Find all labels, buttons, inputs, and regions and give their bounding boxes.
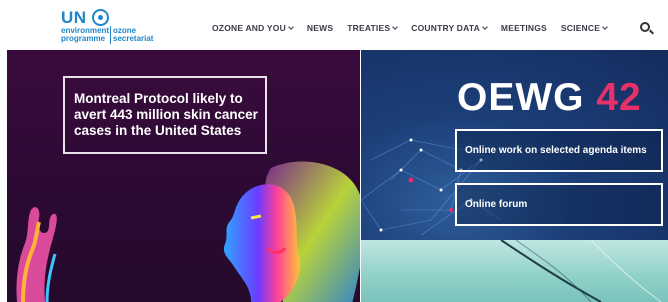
- headline-link[interactable]: Montreal Protocol likely to avert 443 mi…: [63, 76, 267, 154]
- chevron-down-icon: [602, 23, 608, 30]
- chevron-down-icon: [482, 23, 488, 30]
- oewg-title: OEWG 42: [457, 76, 642, 119]
- nav-item-country-data[interactable]: COUNTRY DATA: [411, 23, 488, 33]
- logo-ozone-text: ozone secretariat: [113, 26, 154, 43]
- headline-text: Montreal Protocol likely to avert 443 mi…: [74, 91, 258, 138]
- nav-item-science[interactable]: SCIENCE: [561, 23, 608, 33]
- nav-item-meetings[interactable]: MEETINGS: [501, 23, 547, 33]
- logo-separator: [110, 26, 111, 44]
- chevron-down-icon: [288, 23, 294, 30]
- online-work-button[interactable]: Online work on selected agenda items: [455, 129, 663, 172]
- dandelion-image-panel[interactable]: [361, 240, 668, 302]
- logo-env-text: environment programme: [61, 26, 110, 43]
- neon-hand-illustration: [16, 207, 57, 302]
- neon-face-illustration: [224, 161, 360, 302]
- oewg-42-panel: OEWG 42 Online work on selected agenda i…: [361, 50, 668, 240]
- dandelion-seed-decoration: [500, 240, 662, 302]
- hero-slide-skin-cancer[interactable]: Montreal Protocol likely to avert 443 mi…: [7, 50, 360, 302]
- online-forum-button[interactable]: Online forum: [455, 183, 663, 226]
- main-nav: OZONE AND YOU NEWS TREATIES COUNTRY DATA…: [212, 21, 621, 35]
- nav-item-ozone-and-you[interactable]: OZONE AND YOU: [212, 23, 294, 33]
- un-emblem-icon: [92, 9, 109, 26]
- logo-un-text: UN: [61, 8, 87, 27]
- site-header: UN environment programme ozone secretari…: [0, 0, 668, 50]
- chevron-down-icon: [392, 23, 399, 30]
- nav-item-news[interactable]: NEWS: [307, 23, 333, 33]
- unep-ozone-logo[interactable]: UN environment programme ozone secretari…: [61, 8, 161, 44]
- search-icon[interactable]: [640, 22, 650, 32]
- nav-item-treaties[interactable]: TREATIES: [347, 23, 399, 33]
